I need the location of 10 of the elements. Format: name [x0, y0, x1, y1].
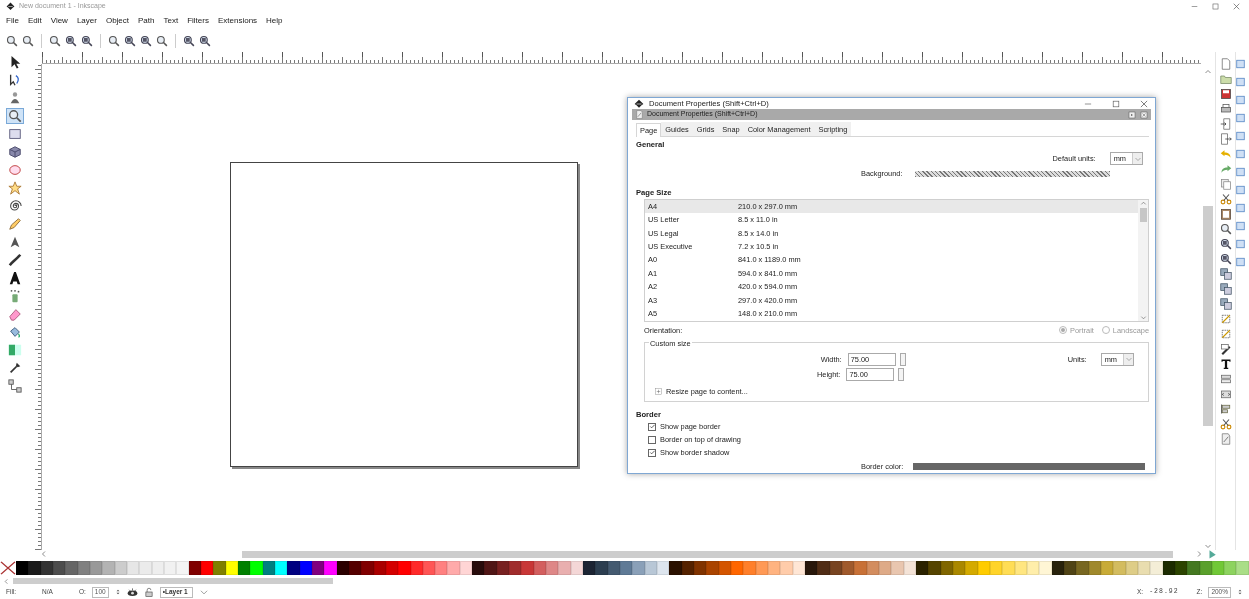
- menu-item[interactable]: Edit: [27, 15, 42, 27]
- menu-item[interactable]: Text: [163, 15, 179, 27]
- menu-item[interactable]: View: [50, 15, 68, 27]
- menu-item[interactable]: Layer: [76, 15, 97, 27]
- menu-item[interactable]: File: [6, 15, 19, 27]
- menu-item[interactable]: Filters: [187, 15, 209, 27]
- menu-item[interactable]: Object: [105, 15, 130, 27]
- menu-item[interactable]: Extensions: [217, 15, 258, 27]
- menu-item[interactable]: Help: [266, 15, 283, 27]
- menu-item[interactable]: Path: [138, 15, 155, 27]
